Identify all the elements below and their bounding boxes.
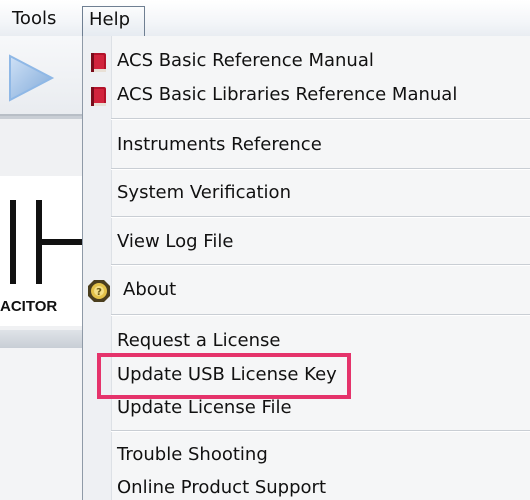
background-strip	[0, 330, 82, 348]
menu-separator-highlight	[111, 265, 530, 266]
capacitor-icon	[10, 200, 82, 284]
menu-separator-highlight	[111, 431, 530, 432]
menu-separator-highlight	[111, 315, 530, 316]
menu-item-request-a-license[interactable]: Request a License	[117, 330, 280, 352]
book-icon	[91, 53, 106, 72]
menu-item-acs-basic-reference-manual[interactable]: ACS Basic Reference Manual	[117, 50, 374, 72]
menu-item-trouble-shooting[interactable]: Trouble Shooting	[117, 444, 268, 466]
component-label: ACITOR	[0, 298, 58, 315]
help-menu-dropdown: ACS Basic Reference Manual ACS Basic Lib…	[82, 36, 530, 500]
menu-tools[interactable]: Tools	[6, 6, 62, 32]
menu-item-update-license-file[interactable]: Update License File	[117, 397, 292, 419]
menu-item-acs-basic-libraries-reference-manual[interactable]: ACS Basic Libraries Reference Manual	[117, 84, 457, 106]
menu-item-view-log-file[interactable]: View Log File	[117, 231, 233, 253]
menu-item-about[interactable]: About	[123, 279, 176, 301]
svg-text:?: ?	[96, 287, 102, 298]
menu-item-system-verification[interactable]: System Verification	[117, 182, 291, 204]
menu-separator-highlight	[111, 217, 530, 218]
book-icon	[91, 87, 106, 106]
background-toolbar	[0, 36, 82, 116]
menu-separator-highlight	[111, 119, 530, 120]
menu-item-instruments-reference[interactable]: Instruments Reference	[117, 134, 322, 156]
menu-help[interactable]: Help	[82, 6, 145, 36]
menu-bar: Tools Help	[0, 0, 530, 37]
menu-item-online-product-support[interactable]: Online Product Support	[117, 477, 326, 499]
menu-separator-highlight	[111, 169, 530, 170]
highlight-box	[97, 353, 351, 399]
background-app: ACITOR	[0, 36, 82, 500]
background-lower-area	[0, 348, 82, 500]
background-divider	[0, 116, 82, 119]
play-icon[interactable]	[4, 52, 56, 104]
component-panel: ACITOR	[0, 176, 82, 326]
about-icon: ?	[88, 280, 110, 302]
